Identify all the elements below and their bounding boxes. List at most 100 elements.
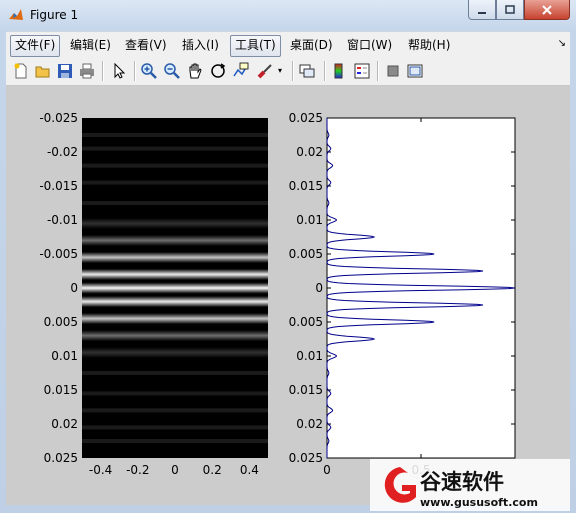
show-plot-tools-icon[interactable] [406, 62, 424, 80]
toolbar-separator [292, 61, 293, 81]
right-y-tick-label: 0 [315, 281, 323, 295]
toolbar-separator [102, 61, 103, 81]
open-file-icon[interactable] [34, 62, 52, 80]
fringe-band [82, 318, 268, 320]
title-bar[interactable]: Figure 1 [0, 0, 576, 30]
plots-svg: -0.025-0.02-0.015-0.01-0.00500.0050.010.… [39, 111, 516, 477]
minimize-button[interactable] [468, 0, 496, 20]
menu-bar: 文件(F) 编辑(E) 查看(V) 插入(I) 工具(T) 桌面(D) 窗口(W… [6, 31, 570, 58]
matlab-app-icon [9, 9, 23, 20]
zoom-in-icon[interactable] [140, 62, 158, 80]
left-y-tick-label: -0.015 [39, 179, 78, 193]
save-icon[interactable] [56, 62, 74, 80]
faint-fringe-band [82, 180, 268, 185]
menu-file[interactable]: 文件(F) [10, 35, 61, 57]
fringe-band [82, 273, 268, 275]
left-y-ticks: -0.025 -0.02 -0.015 -0.01 -0.005 0 0.005 0.01 0.… [39, 111, 78, 465]
menu-desktop[interactable]: 桌面(D) [286, 35, 337, 55]
right-y-tick-label: 0.02 [296, 417, 323, 431]
fringe-band [82, 222, 268, 224]
right-y-tick-label: 0.025 [289, 111, 323, 125]
toolbar-separator [134, 61, 135, 81]
figure-canvas[interactable]: -0.025 -0.02 -0.015 -0.01 -0.005 0 0.005 0.01 0.… [6, 86, 570, 505]
left-x-tick-label: 0.4 [240, 463, 259, 477]
faint-fringe-band [82, 439, 268, 443]
right-y-tick-label: 0.01 [296, 349, 323, 363]
faint-fringe-band [82, 201, 268, 205]
figure-toolbar: ▾ [6, 57, 570, 86]
gususoft-watermark: 谷速软件 www.gususoft.com [370, 459, 570, 511]
left-y-tick-label: -0.005 [39, 247, 78, 261]
profile-plot-area [326, 117, 516, 459]
faint-fringe-band [82, 408, 268, 413]
menu-overflow-icon[interactable]: ↘ [558, 38, 566, 49]
left-axes[interactable]: -0.025 -0.02 -0.015 -0.01 -0.005 0 0.005 0.01 0.… [39, 111, 268, 477]
faint-fringe-band [82, 163, 268, 168]
fringe-band [82, 256, 268, 258]
right-y-tick-label: 0.015 [289, 383, 323, 397]
menu-edit[interactable]: 编辑(E) [66, 35, 115, 55]
pointer-icon[interactable] [110, 62, 128, 80]
right-axes[interactable]: 0.025 0.02 0.015 0.01 0.005 0 0.005 0.01 0.015 0.… [289, 111, 516, 477]
toolbar-separator [377, 61, 378, 81]
data-cursor-icon[interactable] [232, 62, 250, 80]
link-plot-icon[interactable] [298, 62, 316, 80]
right-y-tick-label: 0.01 [296, 213, 323, 227]
right-y-tick-label: 0.015 [289, 179, 323, 193]
left-y-tick-label: 0.005 [44, 315, 78, 329]
minimize-icon [478, 11, 486, 14]
brush-dropdown-icon[interactable]: ▾ [278, 62, 296, 80]
menu-window[interactable]: 窗口(W) [343, 35, 396, 55]
left-y-tick-label: 0 [70, 281, 78, 295]
print-icon[interactable] [78, 62, 96, 80]
matlab-figure-window: Figure 1 文件(F) 编辑(E) 查看(V) 插入(I) 工具(T) 桌… [0, 0, 576, 513]
left-y-tick-label: -0.02 [47, 145, 78, 159]
menu-insert[interactable]: 插入(I) [178, 35, 223, 55]
legend-icon[interactable] [353, 62, 371, 80]
colorbar-icon[interactable] [330, 62, 348, 80]
close-button[interactable] [524, 0, 570, 20]
brush-icon[interactable] [256, 62, 274, 80]
watermark-brand: 谷速软件 [420, 470, 504, 494]
faint-fringe-band [82, 391, 268, 396]
faint-fringe-band [82, 371, 268, 375]
menu-help[interactable]: 帮助(H) [404, 35, 454, 55]
left-x-ticks: -0.4 -0.2 0 0.2 0.4 [89, 463, 259, 477]
zoom-out-icon[interactable] [163, 62, 181, 80]
left-x-tick-label: -0.2 [126, 463, 149, 477]
window-title: Figure 1 [30, 8, 79, 22]
left-y-tick-label: -0.01 [47, 213, 78, 227]
left-x-tick-label: 0.2 [203, 463, 222, 477]
close-icon [542, 4, 552, 15]
fringe-band [82, 335, 268, 337]
left-x-tick-label: -0.4 [89, 463, 112, 477]
left-y-tick-label: 0.01 [51, 349, 78, 363]
right-y-tick-label: 0.025 [289, 451, 323, 465]
watermark-url: www.gususoft.com [420, 496, 538, 509]
left-y-tick-label: 0.02 [51, 417, 78, 431]
fringe-band [82, 352, 268, 354]
left-x-tick-label: 0 [171, 463, 179, 477]
fringe-band [82, 301, 268, 303]
left-y-tick-label: -0.025 [39, 111, 78, 125]
maximize-icon [505, 4, 515, 14]
left-y-tick-label: 0.025 [44, 451, 78, 465]
window-controls [468, 0, 570, 20]
toolbar-separator [324, 61, 325, 81]
maximize-button[interactable] [496, 0, 524, 20]
right-y-tick-label: 0.005 [289, 315, 323, 329]
menu-tools[interactable]: 工具(T) [230, 35, 281, 57]
right-y-tick-label: 0.005 [289, 247, 323, 261]
right-x-tick-label: 0 [323, 463, 331, 477]
fringe-band [82, 239, 268, 241]
hide-plot-tools-icon[interactable] [384, 62, 402, 80]
faint-fringe-band [82, 146, 268, 151]
menu-view[interactable]: 查看(V) [121, 35, 171, 55]
right-y-tick-label: 0.02 [296, 145, 323, 159]
fringe-band [82, 287, 268, 289]
faint-fringe-band [82, 425, 268, 430]
rotate-3d-icon[interactable] [209, 62, 227, 80]
new-figure-icon[interactable] [12, 62, 30, 80]
left-y-tick-label: 0.015 [44, 383, 78, 397]
pan-icon[interactable] [186, 62, 204, 80]
